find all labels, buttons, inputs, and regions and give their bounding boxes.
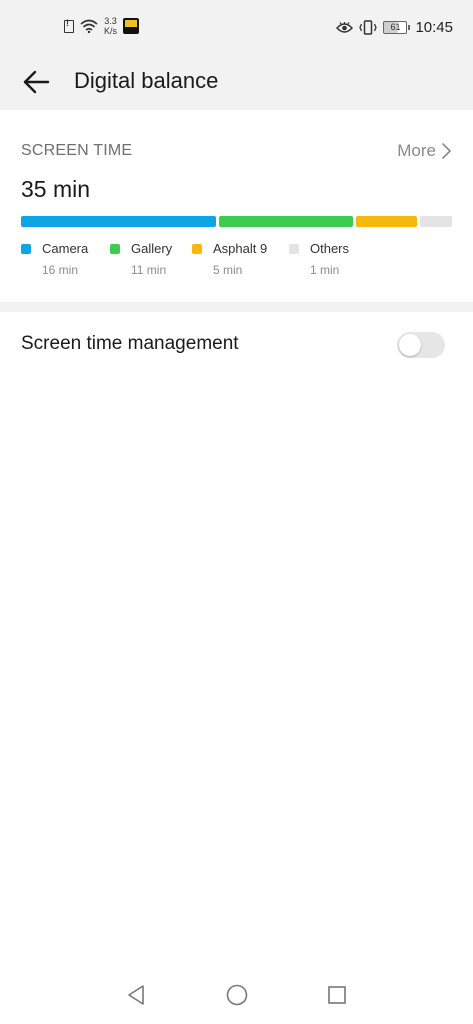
legend-app-name: Camera (42, 241, 89, 256)
battery-icon: 61 (383, 21, 411, 34)
legend-app-name: Others (310, 241, 350, 256)
toggle-knob (399, 334, 421, 356)
usage-segment-camera (21, 216, 216, 227)
app-notification-icon (123, 18, 140, 34)
arrow-left-icon (23, 70, 50, 94)
legend-app-time: 5 min (213, 263, 243, 277)
legend-app-name: Gallery (131, 241, 173, 256)
usage-segment-asphalt-9 (355, 216, 417, 227)
nav-home-button[interactable] (220, 978, 254, 1012)
total-screen-time: 35 min (21, 176, 91, 202)
usage-segment-gallery (218, 216, 353, 227)
nav-recents-button[interactable] (320, 978, 354, 1012)
legend-app-time: 1 min (310, 263, 340, 277)
clock: 10:45 (415, 19, 453, 36)
legend-color-dot (289, 244, 299, 254)
wifi-icon (80, 19, 98, 33)
more-label: More (397, 141, 436, 160)
circle-home-icon (226, 984, 248, 1006)
status-right: 61 10:45 (336, 19, 453, 36)
legend-app-name: Asphalt 9 (213, 241, 268, 256)
screen-time-management-toggle[interactable] (397, 332, 445, 358)
triangle-back-icon (128, 985, 144, 1005)
status-left: 3.3 K/s (64, 16, 140, 36)
usage-bar (21, 216, 452, 227)
section-divider (0, 302, 473, 312)
sim-alert-icon (64, 18, 74, 33)
network-speed-value: 3.3 (104, 16, 117, 26)
legend-app-time: 11 min (131, 263, 167, 277)
nav-back-button[interactable] (119, 978, 153, 1012)
app-header: Digital balance (0, 58, 473, 110)
chevron-right-icon (442, 143, 451, 159)
screen-time-management-row[interactable]: Screen time management (0, 312, 473, 378)
more-link[interactable]: More (397, 141, 451, 161)
screen-time-label: SCREEN TIME (21, 142, 133, 159)
legend-color-dot (110, 244, 120, 254)
screen-time-card[interactable]: SCREEN TIME More 35 min Camera 16 min Gall… (0, 110, 473, 302)
network-speed: 3.3 K/s (104, 16, 117, 36)
eye-comfort-icon (336, 21, 354, 34)
legend-color-dot (192, 244, 202, 254)
page-title: Digital balance (74, 68, 219, 93)
navigation-bar (0, 968, 473, 1024)
status-bar: 3.3 K/s 61 10:45 (0, 0, 473, 58)
network-speed-unit: K/s (104, 26, 118, 36)
legend-app-time: 16 min (42, 263, 79, 277)
square-recents-icon (328, 986, 346, 1004)
back-button[interactable] (18, 64, 54, 100)
legend-color-dot (21, 244, 31, 254)
usage-segment-others (419, 216, 452, 227)
vibrate-icon (359, 20, 378, 35)
screen-time-management-label: Screen time management (21, 333, 239, 354)
